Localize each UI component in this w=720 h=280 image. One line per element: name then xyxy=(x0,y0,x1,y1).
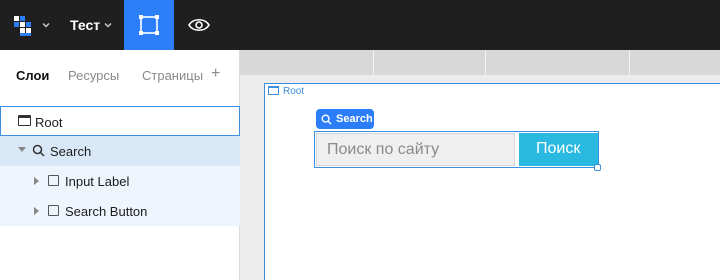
ruler-divider xyxy=(629,50,630,75)
search-component[interactable]: Поиск по сайту Поиск xyxy=(314,131,599,168)
search-icon xyxy=(321,114,332,125)
caret-right-icon[interactable] xyxy=(34,177,39,185)
search-icon xyxy=(32,144,45,157)
add-page-button[interactable]: + xyxy=(211,65,220,83)
eye-icon xyxy=(188,18,210,32)
caret-down-icon[interactable] xyxy=(18,147,26,152)
root-frame-label[interactable]: Root xyxy=(268,86,304,97)
layer-row-input-label[interactable]: Input Label xyxy=(0,166,240,196)
layer-row-search-button[interactable]: Search Button xyxy=(0,196,240,226)
search-button[interactable]: Поиск xyxy=(519,133,598,166)
box-icon xyxy=(48,205,59,216)
top-toolbar: Тест xyxy=(0,0,720,50)
box-icon xyxy=(48,175,59,186)
chevron-down-icon xyxy=(104,23,112,28)
layer-label: Search Button xyxy=(65,204,148,219)
frame-icon xyxy=(268,86,279,95)
tab-pages[interactable]: Страницы xyxy=(142,68,203,83)
layer-label: Input Label xyxy=(65,174,130,189)
breakpoint-ruler[interactable] xyxy=(240,50,720,75)
search-placeholder: Поиск по сайту xyxy=(327,141,440,158)
project-name: Тест xyxy=(70,17,101,33)
project-selector[interactable]: Тест xyxy=(60,0,122,50)
frame-select-icon xyxy=(139,15,159,35)
layer-label: Root xyxy=(35,115,63,130)
layers-panel: Слои Ресурсы Страницы + Root Search Inpu… xyxy=(0,50,240,280)
preview-button[interactable] xyxy=(174,0,224,50)
caret-right-icon[interactable] xyxy=(34,207,39,215)
design-canvas[interactable]: Root Search Поиск по сайту Поиск xyxy=(240,50,720,280)
layer-row-root[interactable]: Root xyxy=(0,106,240,136)
search-input[interactable]: Поиск по сайту xyxy=(316,133,515,166)
frame-icon xyxy=(18,115,31,126)
search-button-label: Поиск xyxy=(536,140,581,157)
layer-row-search[interactable]: Search xyxy=(0,136,240,166)
root-label-text: Root xyxy=(283,86,305,97)
resize-handle[interactable] xyxy=(594,164,601,171)
ruler-divider xyxy=(485,50,486,75)
layer-label: Search xyxy=(50,144,92,159)
component-badge-label: Search xyxy=(336,113,373,125)
frame-tool-button[interactable] xyxy=(124,0,174,50)
app-menu-button[interactable] xyxy=(0,0,58,50)
panel-tabs: Слои Ресурсы Страницы + xyxy=(0,50,240,102)
component-badge[interactable]: Search xyxy=(316,109,374,129)
chevron-down-icon xyxy=(42,23,50,28)
app-logo-icon xyxy=(14,16,31,36)
ruler-divider xyxy=(373,50,374,75)
tab-resources[interactable]: Ресурсы xyxy=(68,68,119,83)
tab-layers[interactable]: Слои xyxy=(16,68,49,83)
